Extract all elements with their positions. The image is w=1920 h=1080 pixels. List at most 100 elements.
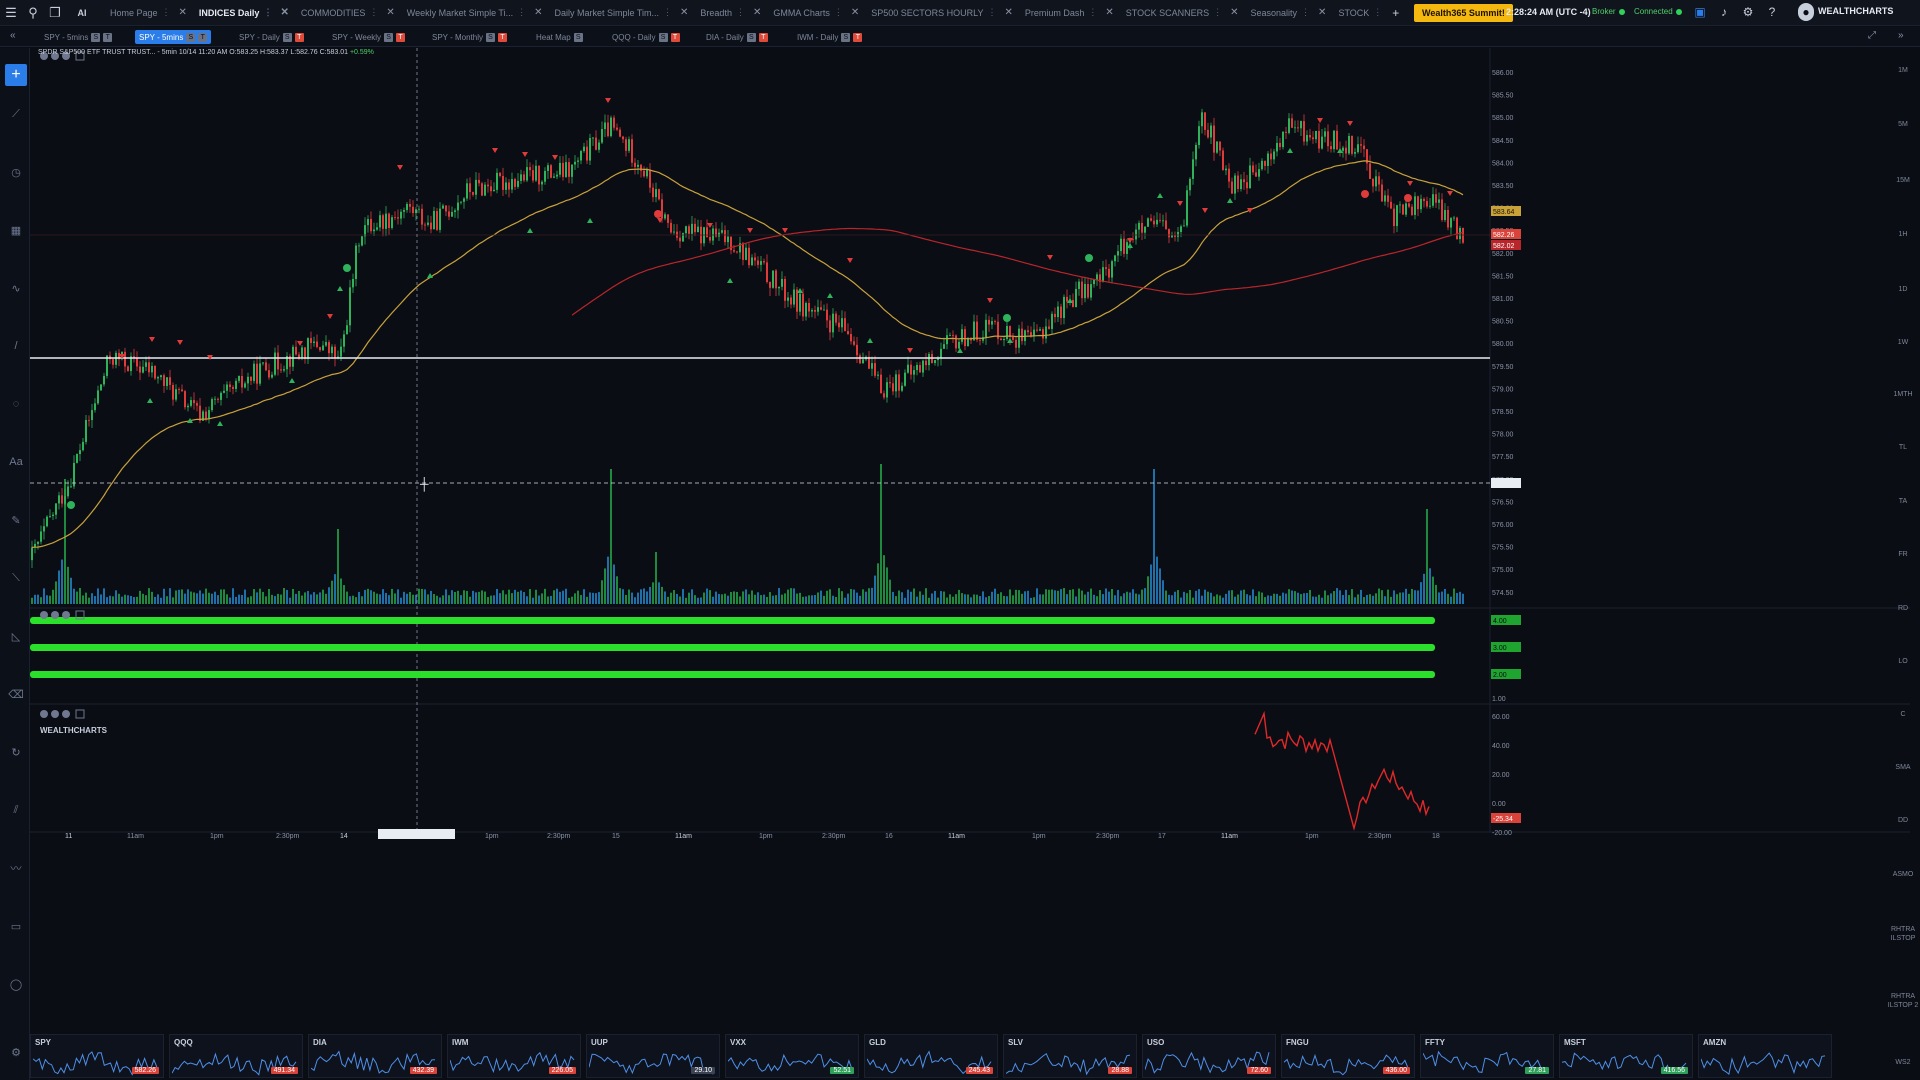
- ticker-card[interactable]: SLV 28.88: [1003, 1034, 1137, 1078]
- close-icon[interactable]: ✕: [1230, 7, 1238, 18]
- add-tab-icon[interactable]: +: [1392, 6, 1399, 20]
- ai-icon[interactable]: AI: [66, 2, 98, 24]
- magnet-tool-icon[interactable]: ◯: [8, 976, 24, 992]
- link-badge-icon[interactable]: T: [497, 32, 507, 42]
- close-icon[interactable]: ✕: [1105, 7, 1113, 18]
- link-badge-icon[interactable]: T: [853, 32, 863, 42]
- sync-badge-icon[interactable]: S: [282, 32, 292, 42]
- right-indicator-label[interactable]: RHTRA ILSTOP 2: [1886, 992, 1920, 1010]
- settings-tool-icon[interactable]: ⚙: [8, 1044, 24, 1060]
- sync-badge-icon[interactable]: S: [91, 32, 101, 42]
- ticker-card[interactable]: SPY 582.26: [30, 1034, 164, 1078]
- right-indicator-label[interactable]: FR: [1886, 550, 1920, 559]
- line-tool-icon[interactable]: ⟋: [8, 106, 24, 122]
- right-indicator-label[interactable]: TL: [1886, 443, 1920, 452]
- right-indicator-label[interactable]: DD: [1886, 816, 1920, 825]
- chart-tab[interactable]: SPY - Daily S T: [235, 30, 308, 44]
- chart-tab[interactable]: DIA - Daily S T: [702, 30, 772, 44]
- hamburger-menu-icon[interactable]: ☰: [0, 2, 22, 24]
- link-badge-icon[interactable]: T: [103, 32, 113, 42]
- link-badge-icon[interactable]: T: [396, 32, 406, 42]
- tab-menu-icon[interactable]: ⋮: [263, 7, 272, 18]
- right-indicator-label[interactable]: WS2: [1886, 1058, 1920, 1067]
- help-icon[interactable]: ?: [1764, 3, 1780, 21]
- ticker-card[interactable]: USO 72.60: [1142, 1034, 1276, 1078]
- right-indicator-label[interactable]: ASMO: [1886, 870, 1920, 879]
- workspace-tab[interactable]: STOCK SCANNERS ⋮ ✕: [1120, 2, 1245, 24]
- refresh-tool-icon[interactable]: ↻: [8, 744, 24, 760]
- right-indicator-label[interactable]: 1MTH: [1886, 390, 1920, 399]
- sync-badge-icon[interactable]: S: [573, 32, 583, 42]
- workspace-tab[interactable]: STOCK ⋮: [1332, 2, 1388, 24]
- trend-tool-icon[interactable]: ∿: [8, 280, 24, 296]
- search-icon[interactable]: ⚲: [22, 2, 44, 24]
- tab-menu-icon[interactable]: ⋮: [987, 7, 996, 18]
- chart-tab[interactable]: QQQ - Daily S T: [608, 30, 684, 44]
- brush-tool-icon[interactable]: ✎: [8, 512, 24, 528]
- right-indicator-label[interactable]: 1M: [1886, 66, 1920, 75]
- right-indicator-label[interactable]: 1W: [1886, 338, 1920, 347]
- wave-tool-icon[interactable]: 〰: [8, 860, 24, 876]
- calendar-tool-icon[interactable]: ▦: [8, 222, 24, 238]
- chart-tab[interactable]: SPY - 5mins S T: [40, 30, 116, 44]
- close-icon[interactable]: ✕: [534, 7, 542, 18]
- workspace-tab[interactable]: SP500 SECTORS HOURLY ⋮ ✕: [865, 2, 1019, 24]
- ticker-card[interactable]: AMZN: [1698, 1034, 1832, 1078]
- tab-menu-icon[interactable]: ⋮: [1373, 7, 1382, 18]
- text-tool-icon[interactable]: Aa: [8, 454, 24, 470]
- avatar[interactable]: ●: [1798, 3, 1814, 21]
- workspace-tab[interactable]: Seasonality ⋮ ✕: [1245, 2, 1333, 24]
- ticker-card[interactable]: UUP 29.10: [586, 1034, 720, 1078]
- broker-status[interactable]: Broker: [1592, 7, 1625, 16]
- right-indicator-label[interactable]: 1D: [1886, 285, 1920, 294]
- close-icon[interactable]: ✕: [280, 7, 288, 18]
- shapes-tool-icon[interactable]: ◌: [8, 396, 24, 412]
- ticker-card[interactable]: MSFT 416.56: [1559, 1034, 1693, 1078]
- ray-tool-icon[interactable]: /: [8, 338, 24, 354]
- collapse-left-icon[interactable]: «: [10, 30, 16, 41]
- ruler-tool-icon[interactable]: ⟍: [8, 570, 24, 586]
- chart-tab[interactable]: SPY - Weekly S T: [328, 30, 409, 44]
- tab-menu-icon[interactable]: ⋮: [1213, 7, 1222, 18]
- tab-menu-icon[interactable]: ⋮: [517, 7, 526, 18]
- chart-tab[interactable]: SPY - 5mins S T: [135, 30, 212, 44]
- summit-button[interactable]: Wealth365 Summit!: [1414, 4, 1513, 22]
- collapse-right-icon[interactable]: »: [1898, 30, 1904, 41]
- tab-menu-icon[interactable]: ⋮: [369, 7, 378, 18]
- workspace-tab[interactable]: Weekly Market Simple Ti... ⋮ ✕: [401, 2, 549, 24]
- screenshot-tool-icon[interactable]: ▭: [8, 918, 24, 934]
- chart-tab[interactable]: Heat Map S: [532, 30, 587, 44]
- add-drawing-button[interactable]: +: [5, 64, 27, 86]
- eraser-tool-icon[interactable]: ⌫: [8, 686, 24, 702]
- ticker-card[interactable]: VXX 52.51: [725, 1034, 859, 1078]
- link-badge-icon[interactable]: T: [294, 32, 304, 42]
- sync-badge-icon[interactable]: S: [658, 32, 668, 42]
- sync-badge-icon[interactable]: S: [186, 32, 196, 42]
- workspace-tab[interactable]: Breadth ⋮ ✕: [694, 2, 767, 24]
- chart-tab[interactable]: IWM - Daily S T: [793, 30, 866, 44]
- bell-icon[interactable]: ♪: [1716, 3, 1732, 21]
- close-icon[interactable]: ✕: [1318, 7, 1326, 18]
- link-badge-icon[interactable]: T: [670, 32, 680, 42]
- right-indicator-label[interactable]: TA: [1886, 497, 1920, 506]
- workspace-tab[interactable]: Daily Market Simple Tim... ⋮ ✕: [549, 2, 695, 24]
- sync-badge-icon[interactable]: S: [841, 32, 851, 42]
- tab-menu-icon[interactable]: ⋮: [1301, 7, 1310, 18]
- close-icon[interactable]: ✕: [386, 7, 394, 18]
- sync-badge-icon[interactable]: S: [384, 32, 394, 42]
- tab-menu-icon[interactable]: ⋮: [736, 7, 745, 18]
- indicator-tool-icon[interactable]: ⫽: [8, 802, 24, 818]
- right-indicator-label[interactable]: LO: [1886, 657, 1920, 666]
- tab-menu-icon[interactable]: ⋮: [1088, 7, 1097, 18]
- close-icon[interactable]: ✕: [680, 7, 688, 18]
- ticker-card[interactable]: DIA 432.39: [308, 1034, 442, 1078]
- right-indicator-label[interactable]: C: [1886, 710, 1920, 719]
- link-badge-icon[interactable]: T: [198, 32, 208, 42]
- close-icon[interactable]: ✕: [179, 7, 187, 18]
- tab-menu-icon[interactable]: ⋮: [162, 7, 171, 18]
- ticker-card[interactable]: IWM 226.05: [447, 1034, 581, 1078]
- ticker-card[interactable]: GLD 245.43: [864, 1034, 998, 1078]
- workspace-tab[interactable]: Home Page ⋮ ✕: [104, 2, 193, 24]
- price-chart[interactable]: ┼ 586.00 585.50 585.00 584.50 584.00 583.50 58…: [30, 48, 1910, 1048]
- close-icon[interactable]: ✕: [753, 7, 761, 18]
